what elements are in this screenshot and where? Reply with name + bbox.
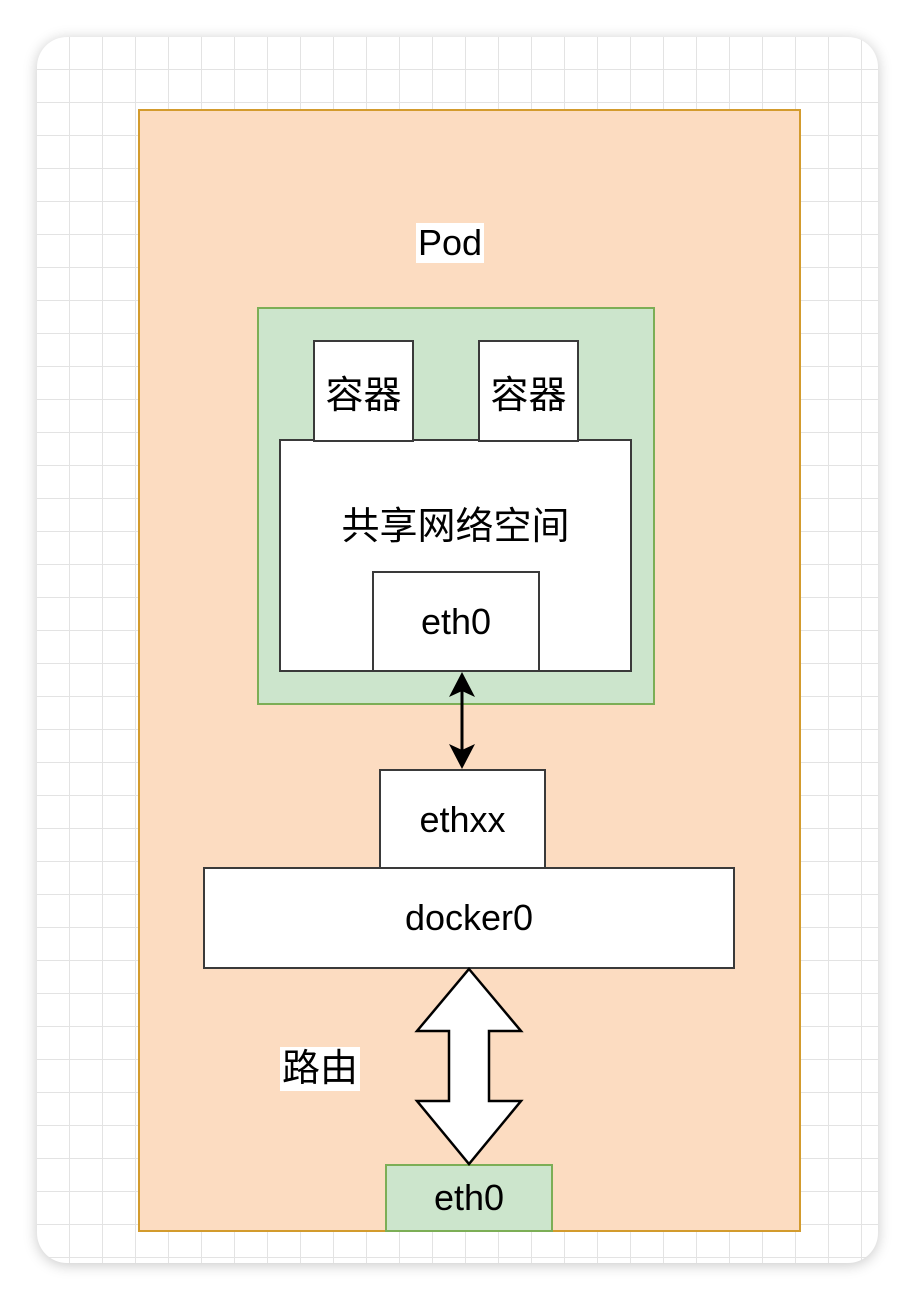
connector-arrows bbox=[414, 672, 524, 1166]
route-double-arrow bbox=[414, 967, 524, 1166]
diagram-canvas: Pod 共享网络空间 容器 容器 eth0 ethxx docker0 路由 e… bbox=[37, 37, 878, 1263]
double-arrow-eth0-ethxx bbox=[449, 672, 475, 769]
